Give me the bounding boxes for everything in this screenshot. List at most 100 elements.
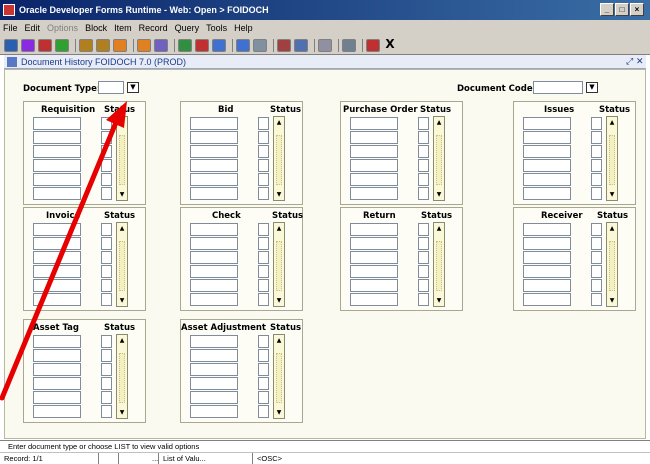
document-number-field[interactable] — [33, 391, 81, 404]
edit-field-icon[interactable] — [318, 38, 332, 52]
status-field[interactable] — [591, 279, 602, 292]
remove-record-icon[interactable] — [236, 38, 250, 52]
scroll-up-icon[interactable]: ▲ — [118, 119, 126, 127]
exit-icon[interactable] — [366, 38, 380, 52]
vertical-scrollbar[interactable]: ▲ ▼ — [606, 222, 618, 307]
status-field[interactable] — [591, 131, 602, 144]
status-field[interactable] — [101, 391, 112, 404]
menu-block[interactable]: Block — [85, 23, 107, 33]
status-field[interactable] — [591, 187, 602, 200]
status-field[interactable] — [101, 405, 112, 418]
status-field[interactable] — [258, 237, 269, 250]
document-number-field[interactable] — [350, 159, 398, 172]
document-number-field[interactable] — [33, 237, 81, 250]
scroll-down-icon[interactable]: ▼ — [608, 297, 616, 305]
document-number-field[interactable] — [33, 349, 81, 362]
rollback-icon[interactable] — [55, 38, 69, 52]
scroll-thumb[interactable] — [276, 241, 282, 291]
scroll-up-icon[interactable]: ▲ — [275, 225, 283, 233]
document-number-field[interactable] — [190, 159, 238, 172]
document-number-field[interactable] — [190, 265, 238, 278]
status-field[interactable] — [258, 117, 269, 130]
document-number-field[interactable] — [33, 293, 81, 306]
vertical-scrollbar[interactable]: ▲ ▼ — [273, 116, 285, 201]
scroll-thumb[interactable] — [119, 353, 125, 403]
prev-block-icon[interactable] — [79, 38, 93, 52]
document-number-field[interactable] — [190, 335, 238, 348]
form-close-icon[interactable]: ✕ — [636, 56, 644, 67]
status-field[interactable] — [258, 377, 269, 390]
vertical-scrollbar[interactable]: ▲ ▼ — [433, 222, 445, 307]
document-number-field[interactable] — [350, 187, 398, 200]
scroll-thumb[interactable] — [119, 241, 125, 291]
cancel-query-icon[interactable] — [195, 38, 209, 52]
status-field[interactable] — [258, 131, 269, 144]
status-field[interactable] — [418, 293, 429, 306]
document-number-field[interactable] — [190, 405, 238, 418]
status-field[interactable] — [258, 159, 269, 172]
status-field[interactable] — [591, 223, 602, 236]
document-number-field[interactable] — [523, 159, 571, 172]
status-field[interactable] — [258, 405, 269, 418]
status-field[interactable] — [101, 145, 112, 158]
scroll-thumb[interactable] — [609, 135, 615, 185]
document-code-field[interactable] — [533, 81, 583, 94]
document-number-field[interactable] — [523, 237, 571, 250]
status-field[interactable] — [258, 335, 269, 348]
document-number-field[interactable] — [190, 187, 238, 200]
document-number-field[interactable] — [33, 131, 81, 144]
document-number-field[interactable] — [350, 293, 398, 306]
document-number-field[interactable] — [523, 293, 571, 306]
status-field[interactable] — [101, 293, 112, 306]
document-type-field[interactable] — [98, 81, 124, 94]
document-number-field[interactable] — [350, 131, 398, 144]
print-icon[interactable] — [21, 38, 35, 52]
document-number-field[interactable] — [350, 265, 398, 278]
maximize-button[interactable]: □ — [615, 3, 629, 16]
scroll-down-icon[interactable]: ▼ — [275, 297, 283, 305]
status-field[interactable] — [258, 145, 269, 158]
scroll-down-icon[interactable]: ▼ — [275, 191, 283, 199]
document-number-field[interactable] — [523, 145, 571, 158]
document-number-field[interactable] — [523, 223, 571, 236]
prev-record-icon[interactable] — [113, 38, 127, 52]
menu-tools[interactable]: Tools — [206, 23, 227, 33]
document-number-field[interactable] — [33, 223, 81, 236]
document-number-field[interactable] — [350, 145, 398, 158]
document-number-field[interactable] — [523, 117, 571, 130]
status-field[interactable] — [101, 173, 112, 186]
execute-query-icon[interactable] — [178, 38, 192, 52]
document-number-field[interactable] — [33, 145, 81, 158]
status-field[interactable] — [101, 279, 112, 292]
status-field[interactable] — [418, 265, 429, 278]
menu-item[interactable]: Item — [114, 23, 132, 33]
status-field[interactable] — [101, 265, 112, 278]
scroll-up-icon[interactable]: ▲ — [118, 225, 126, 233]
document-number-field[interactable] — [350, 279, 398, 292]
status-field[interactable] — [258, 279, 269, 292]
status-field[interactable] — [418, 117, 429, 130]
status-field[interactable] — [591, 265, 602, 278]
enter-query-icon[interactable] — [154, 38, 168, 52]
status-field[interactable] — [418, 223, 429, 236]
scroll-up-icon[interactable]: ▲ — [275, 337, 283, 345]
document-number-field[interactable] — [523, 131, 571, 144]
document-number-field[interactable] — [33, 405, 81, 418]
status-field[interactable] — [591, 251, 602, 264]
calendar-icon[interactable] — [277, 38, 291, 52]
form-maximize-icon[interactable]: ⤢ — [626, 56, 633, 67]
menu-help[interactable]: Help — [234, 23, 253, 33]
status-field[interactable] — [101, 349, 112, 362]
scroll-down-icon[interactable]: ▼ — [118, 297, 126, 305]
document-number-field[interactable] — [190, 251, 238, 264]
scroll-up-icon[interactable]: ▲ — [435, 225, 443, 233]
status-field[interactable] — [101, 223, 112, 236]
status-field[interactable] — [591, 117, 602, 130]
scroll-thumb[interactable] — [436, 135, 442, 185]
scroll-up-icon[interactable]: ▲ — [275, 119, 283, 127]
status-field[interactable] — [101, 237, 112, 250]
document-number-field[interactable] — [190, 349, 238, 362]
document-number-field[interactable] — [350, 117, 398, 130]
document-number-field[interactable] — [190, 391, 238, 404]
menu-file[interactable]: File — [3, 23, 18, 33]
